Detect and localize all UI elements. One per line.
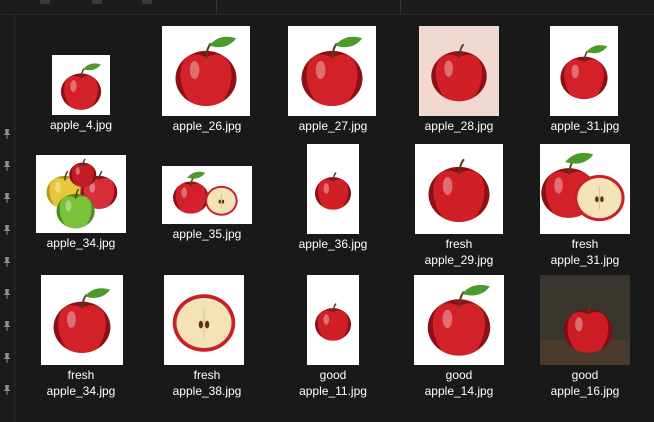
file-item[interactable]: apple_27.jpg	[270, 15, 396, 145]
sort-icon[interactable]	[92, 0, 102, 4]
image-thumbnail	[415, 144, 503, 234]
image-thumbnail	[36, 155, 126, 233]
file-grid: apple_4.jpg apple_26.jpg apple_27.jpg ap…	[16, 15, 654, 422]
file-name: apple_11.jpg	[299, 384, 367, 398]
file-name: apple_34.jpg	[46, 384, 116, 398]
file-name: apple_34.jpg	[46, 236, 116, 250]
image-thumbnail	[164, 275, 244, 365]
file-name-line1: good	[571, 368, 599, 382]
file-item[interactable]: apple_26.jpg	[144, 15, 270, 145]
image-thumbnail	[307, 144, 359, 234]
file-name-line1: fresh	[571, 237, 599, 251]
file-item[interactable]: fresh apple_38.jpg	[144, 271, 270, 401]
pin-icon[interactable]	[1, 287, 13, 299]
image-thumbnail	[162, 166, 252, 224]
file-name: apple_31.jpg	[550, 119, 620, 133]
pin-icon[interactable]	[1, 223, 13, 235]
file-item[interactable]: fresh apple_29.jpg	[396, 139, 522, 269]
view-icon[interactable]	[40, 0, 50, 4]
file-item[interactable]: apple_31.jpg	[522, 15, 648, 145]
file-item[interactable]: good apple_16.jpg	[522, 271, 648, 401]
file-name-line1: fresh	[67, 368, 95, 382]
pin-icon[interactable]	[1, 255, 13, 267]
image-thumbnail	[307, 275, 359, 365]
file-name: apple_16.jpg	[550, 384, 620, 398]
file-name-line1: good	[319, 368, 347, 382]
image-thumbnail	[414, 275, 504, 365]
pin-icon[interactable]	[1, 383, 13, 395]
image-thumbnail	[540, 144, 630, 234]
image-thumbnail	[540, 275, 630, 365]
pin-icon[interactable]	[1, 127, 13, 139]
file-name: apple_14.jpg	[424, 384, 494, 398]
file-item[interactable]: apple_28.jpg	[396, 15, 522, 145]
navigation-pane	[0, 15, 16, 422]
file-item[interactable]: apple_35.jpg	[144, 139, 270, 269]
file-name: apple_4.jpg	[49, 118, 113, 132]
file-item[interactable]: apple_4.jpg	[18, 15, 144, 145]
file-name-line1: good	[445, 368, 473, 382]
image-thumbnail	[52, 55, 110, 115]
file-name: apple_35.jpg	[172, 227, 242, 241]
toolbar	[0, 0, 654, 15]
file-item[interactable]: good apple_14.jpg	[396, 271, 522, 401]
image-thumbnail	[162, 26, 250, 116]
file-name: apple_26.jpg	[172, 119, 242, 133]
file-name: apple_28.jpg	[424, 119, 494, 133]
file-name-line1: fresh	[445, 237, 473, 251]
image-thumbnail	[41, 275, 123, 365]
file-name: apple_27.jpg	[298, 119, 368, 133]
file-name: apple_31.jpg	[550, 253, 620, 267]
file-item[interactable]: good apple_11.jpg	[270, 271, 396, 401]
file-name: apple_36.jpg	[298, 237, 368, 251]
pin-icon[interactable]	[1, 319, 13, 331]
file-item[interactable]: fresh apple_34.jpg	[18, 271, 144, 401]
pin-icon[interactable]	[1, 191, 13, 203]
file-name-line1: fresh	[193, 368, 221, 382]
pin-icon[interactable]	[1, 159, 13, 171]
file-item[interactable]: apple_34.jpg	[18, 139, 144, 269]
file-name: apple_38.jpg	[172, 384, 242, 398]
file-name: apple_29.jpg	[424, 253, 494, 267]
filter-icon[interactable]	[142, 0, 152, 4]
image-thumbnail	[288, 26, 376, 116]
image-thumbnail	[550, 26, 618, 116]
file-item[interactable]: fresh apple_31.jpg	[522, 139, 648, 269]
toolbar-divider	[400, 0, 401, 14]
file-item[interactable]: apple_36.jpg	[270, 139, 396, 269]
image-thumbnail	[419, 26, 499, 116]
pin-icon[interactable]	[1, 351, 13, 363]
toolbar-divider	[216, 0, 217, 14]
